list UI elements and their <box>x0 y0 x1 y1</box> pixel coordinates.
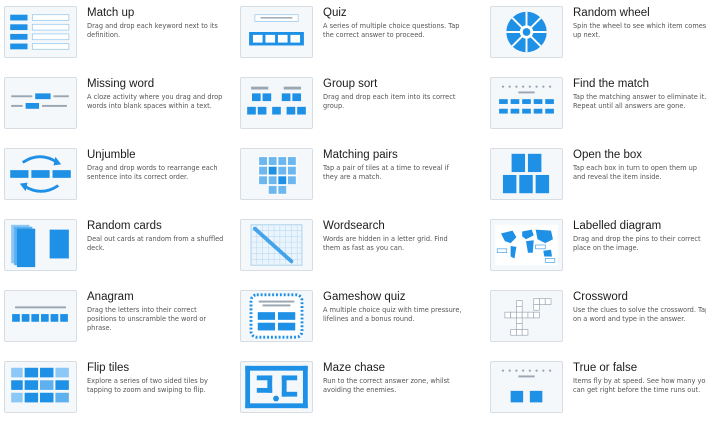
match-up-icon <box>4 6 77 58</box>
template-card-flip-tiles[interactable]: Flip tiles Explore a series of two sided… <box>4 357 240 425</box>
matching-pairs-icon <box>240 148 313 200</box>
template-description: A cloze activity where you drag and drop… <box>87 93 223 110</box>
template-title: Maze chase <box>323 362 386 374</box>
unjumble-icon <box>4 148 77 200</box>
quiz-icon <box>240 6 313 58</box>
template-card-random-cards[interactable]: Random cards Deal out cards at random fr… <box>4 215 240 286</box>
template-card-anagram[interactable]: Anagram Drag the letters into their corr… <box>4 286 240 357</box>
template-title: Gameshow quiz <box>323 291 406 303</box>
template-title: Open the box <box>573 149 643 161</box>
template-card-true-or-false[interactable]: True or false Items fly by at speed. See… <box>490 357 706 425</box>
template-title: Quiz <box>323 7 347 19</box>
maze-chase-icon <box>240 361 313 413</box>
template-description: Tap the matching answer to eliminate it.… <box>573 93 706 110</box>
true-or-false-icon <box>490 361 563 413</box>
template-description: Run to the correct answer zone, whilst a… <box>323 377 450 394</box>
template-card-quiz[interactable]: Quiz A series of multiple choice questio… <box>240 2 490 73</box>
wordsearch-icon <box>240 219 313 271</box>
template-title: Anagram <box>87 291 134 303</box>
template-title: Flip tiles <box>87 362 130 374</box>
template-title: Random wheel <box>573 7 650 19</box>
template-card-open-the-box[interactable]: Open the box Tap each box in turn to ope… <box>490 144 706 215</box>
template-title: True or false <box>573 362 638 374</box>
template-card-group-sort[interactable]: Group sort Drag and drop each item into … <box>240 73 490 144</box>
template-description: Tap a pair of tiles at a time to reveal … <box>323 164 449 181</box>
template-card-matching-pairs[interactable]: Matching pairs Tap a pair of tiles at a … <box>240 144 490 215</box>
template-card-gameshow-quiz[interactable]: Gameshow quiz A multiple choice quiz wit… <box>240 286 490 357</box>
template-card-match-up[interactable]: Match up Drag and drop each keyword next… <box>4 2 240 73</box>
template-card-random-wheel[interactable]: Random wheel Spin the wheel to see which… <box>490 2 706 73</box>
template-title: Find the match <box>573 78 650 90</box>
template-card-missing-word[interactable]: Missing word A cloze activity where you … <box>4 73 240 144</box>
missing-word-icon <box>4 77 77 129</box>
template-description: Explore a series of two sided tiles by t… <box>87 377 208 394</box>
template-description: Drag and drop words to rearrange each se… <box>87 164 218 181</box>
template-title: Wordsearch <box>323 220 385 232</box>
template-title: Crossword <box>573 291 628 303</box>
template-description: Use the clues to solve the crossword. Ta… <box>573 306 706 323</box>
crossword-icon <box>490 290 563 342</box>
template-title: Matching pairs <box>323 149 398 161</box>
random-wheel-icon <box>490 6 563 58</box>
template-description: Tap each box in turn to open them up and… <box>573 164 697 181</box>
template-description: Deal out cards at random from a shuffled… <box>87 235 224 252</box>
template-description: Drag and drop each item into its correct… <box>323 93 456 110</box>
template-description: Spin the wheel to see which item comes u… <box>573 22 706 39</box>
template-description: Drag and drop each keyword next to its d… <box>87 22 218 39</box>
template-description: Drag the letters into their correct posi… <box>87 306 207 332</box>
template-grid: Match up Drag and drop each keyword next… <box>0 0 706 425</box>
template-title: Random cards <box>87 220 162 232</box>
anagram-icon <box>4 290 77 342</box>
group-sort-icon <box>240 77 313 129</box>
random-cards-icon <box>4 219 77 271</box>
template-description: A series of multiple choice questions. T… <box>323 22 460 39</box>
template-description: Words are hidden in a letter grid. Find … <box>323 235 448 252</box>
template-card-crossword[interactable]: Crossword Use the clues to solve the cro… <box>490 286 706 357</box>
template-card-find-the-match[interactable]: Find the match Tap the matching answer t… <box>490 73 706 144</box>
gameshow-quiz-icon <box>240 290 313 342</box>
template-description: Drag and drop the pins to their correct … <box>573 235 701 252</box>
open-the-box-icon <box>490 148 563 200</box>
template-description: Items fly by at speed. See how many you … <box>573 377 706 394</box>
flip-tiles-icon <box>4 361 77 413</box>
template-title: Labelled diagram <box>573 220 662 232</box>
template-title: Unjumble <box>87 149 136 161</box>
template-title: Group sort <box>323 78 378 90</box>
template-title: Missing word <box>87 78 155 90</box>
template-card-labelled-diagram[interactable]: Labelled diagram Drag and drop the pins … <box>490 215 706 286</box>
template-description: A multiple choice quiz with time pressur… <box>323 306 462 323</box>
template-title: Match up <box>87 7 135 19</box>
template-card-unjumble[interactable]: Unjumble Drag and drop words to rearrang… <box>4 144 240 215</box>
template-card-maze-chase[interactable]: Maze chase Run to the correct answer zon… <box>240 357 490 425</box>
template-card-wordsearch[interactable]: Wordsearch Words are hidden in a letter … <box>240 215 490 286</box>
find-the-match-icon <box>490 77 563 129</box>
labelled-diagram-icon <box>490 219 563 271</box>
